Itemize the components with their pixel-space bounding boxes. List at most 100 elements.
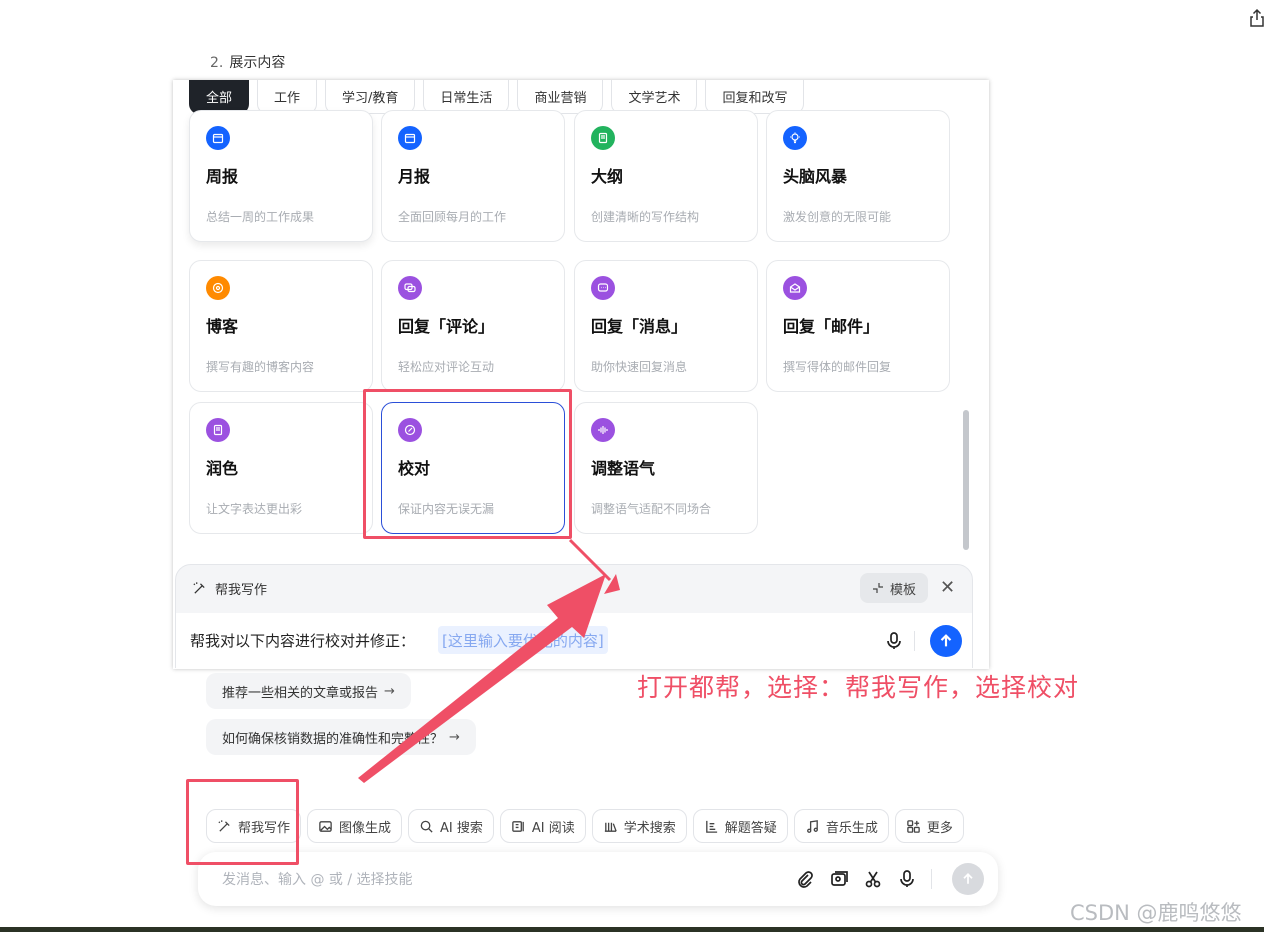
card-title: 回复「邮件」 <box>783 317 880 336</box>
comment-icon <box>398 276 422 300</box>
tab-marketing[interactable]: 商业营销 <box>517 80 604 114</box>
skill-solve-button[interactable]: 解题答疑 <box>692 809 788 843</box>
microphone-icon[interactable] <box>897 869 917 889</box>
template-card-outline[interactable]: 大纲 创建清晰的写作结构 <box>574 110 758 242</box>
step-heading: 2. 展示内容 <box>210 52 285 72</box>
card-title: 调整语气 <box>591 459 656 478</box>
search-icon <box>420 820 433 833</box>
card-title: 博客 <box>206 317 239 336</box>
message-icon <box>591 276 615 300</box>
bottom-strip <box>0 927 1264 932</box>
tab-literature[interactable]: 文学艺术 <box>611 80 698 114</box>
card-desc: 轻松应对评论互动 <box>398 360 495 374</box>
template-card-polish[interactable]: 润色 让文字表达更出彩 <box>189 402 373 534</box>
reader-icon <box>512 820 524 832</box>
skill-academic-button[interactable]: 学术搜索 <box>591 809 687 843</box>
prompt-text: 帮我对以下内容进行校对并修正： <box>190 632 416 650</box>
step-number: 2. <box>210 55 224 71</box>
arrow-up-icon <box>940 634 952 647</box>
image-icon <box>319 820 332 832</box>
content-slot-input[interactable]: [这里输入要优化的内容] <box>438 626 608 654</box>
music-icon <box>806 819 818 833</box>
annotation-text: 打开都帮，选择：帮我写作，选择校对 <box>637 673 1080 702</box>
collapse-icon <box>873 583 883 593</box>
template-card-adjust-tone[interactable]: 调整语气 调整语气适配不同场合 <box>574 402 758 534</box>
paperclip-icon[interactable] <box>795 869 815 889</box>
skill-bar: 帮我写作 图像生成 AI 搜索 AI 阅读 学术搜索 解题答疑 音乐生成 更多 <box>206 809 964 843</box>
card-desc: 调整语气适配不同场合 <box>591 502 712 516</box>
template-card-reply-email[interactable]: 回复「邮件」 撰写得体的邮件回复 <box>766 260 950 392</box>
formula-icon <box>705 820 717 833</box>
card-desc: 全面回顾每月的工作 <box>398 210 507 224</box>
template-card-monthly-report[interactable]: 月报 全面回顾每月的工作 <box>381 110 565 242</box>
send-button[interactable] <box>952 863 984 895</box>
suggestion-chip[interactable]: 推荐一些相关的文章或报告 → <box>206 673 411 709</box>
card-title: 大纲 <box>591 167 624 186</box>
document-icon <box>206 418 230 442</box>
skill-read-button[interactable]: AI 阅读 <box>499 809 586 843</box>
template-card-reply-comment[interactable]: 回复「评论」 轻松应对评论互动 <box>381 260 565 392</box>
card-desc: 激发创意的无限可能 <box>783 210 892 224</box>
card-desc: 撰写得体的邮件回复 <box>783 360 892 374</box>
library-icon <box>604 822 617 832</box>
skill-image-button[interactable]: 图像生成 <box>307 809 403 843</box>
tab-work[interactable]: 工作 <box>257 80 318 114</box>
send-button[interactable] <box>930 625 962 657</box>
template-card-blog[interactable]: 博客 撰写有趣的博客内容 <box>189 260 373 392</box>
lightbulb-icon <box>783 126 807 150</box>
card-title: 周报 <box>206 167 239 186</box>
arrow-up-icon <box>963 872 973 884</box>
card-desc: 总结一周的工作成果 <box>206 210 315 224</box>
step-title: 展示内容 <box>229 55 286 71</box>
image-upload-icon[interactable] <box>829 869 849 889</box>
tab-education[interactable]: 学习/教育 <box>325 80 416 114</box>
microphone-icon[interactable] <box>884 631 904 651</box>
suggestion-chip[interactable]: 如何确保核销数据的准确性和完整性？ → <box>206 719 476 755</box>
writing-template-panel: 全部 工作 学习/教育 日常生活 商业营销 文学艺术 回复和改写 周报 总结一周… <box>173 80 989 669</box>
write-bar-label: 帮我写作 <box>215 583 268 598</box>
write-input-area[interactable]: 帮我对以下内容进行校对并修正： [这里输入要优化的内容] <box>176 613 972 669</box>
chat-input-box: 发消息、输入 @ 或 / 选择技能 <box>198 852 998 906</box>
card-desc: 撰写有趣的博客内容 <box>206 360 315 374</box>
write-assistant-bar: 帮我写作 模板 ✕ 帮我对以下内容进行校对并修正： [这里输入要优化的内容] <box>175 564 973 669</box>
template-button[interactable]: 模板 <box>860 573 929 603</box>
scrollbar[interactable] <box>963 410 969 550</box>
card-title: 回复「消息」 <box>591 317 688 336</box>
mail-icon <box>783 276 807 300</box>
calendar-icon <box>398 126 422 150</box>
divider <box>931 869 932 889</box>
highlight-box-write-skill <box>186 779 299 865</box>
calendar-icon <box>206 126 230 150</box>
template-card-reply-message[interactable]: 回复「消息」 助你快速回复消息 <box>574 260 758 392</box>
waveform-icon <box>591 418 615 442</box>
document-icon <box>591 126 615 150</box>
template-card-brainstorm[interactable]: 头脑风暴 激发创意的无限可能 <box>766 110 950 242</box>
tab-reply-rewrite[interactable]: 回复和改写 <box>705 80 805 114</box>
divider <box>914 631 915 651</box>
skill-more-button[interactable]: 更多 <box>894 809 964 843</box>
arrow-right-icon: → <box>384 683 395 699</box>
card-title: 润色 <box>206 459 239 478</box>
chat-input[interactable]: 发消息、输入 @ 或 / 选择技能 <box>222 869 795 889</box>
tab-daily-life[interactable]: 日常生活 <box>423 80 510 114</box>
watermark: CSDN @鹿鸣悠悠 <box>1070 901 1242 925</box>
category-tabs: 全部 工作 学习/教育 日常生活 商业营销 文学艺术 回复和改写 <box>189 80 805 114</box>
arrow-right-icon: → <box>449 729 460 745</box>
skill-music-button[interactable]: 音乐生成 <box>793 809 889 843</box>
close-icon[interactable]: ✕ <box>940 579 955 597</box>
card-desc: 助你快速回复消息 <box>591 360 688 374</box>
card-desc: 让文字表达更出彩 <box>206 502 303 516</box>
compass-icon <box>206 276 230 300</box>
share-icon[interactable] <box>1249 8 1264 28</box>
magic-pen-icon <box>193 582 205 594</box>
grid-plus-icon <box>907 819 920 833</box>
card-title: 头脑风暴 <box>783 167 848 186</box>
tab-all[interactable]: 全部 <box>189 80 250 114</box>
card-title: 月报 <box>398 167 431 186</box>
card-title: 回复「评论」 <box>398 317 495 336</box>
skill-search-button[interactable]: AI 搜索 <box>408 809 494 843</box>
template-card-weekly-report[interactable]: 周报 总结一周的工作成果 <box>189 110 373 242</box>
highlight-box-proofread <box>363 389 572 539</box>
scissors-icon[interactable] <box>863 869 883 889</box>
card-desc: 创建清晰的写作结构 <box>591 210 700 224</box>
